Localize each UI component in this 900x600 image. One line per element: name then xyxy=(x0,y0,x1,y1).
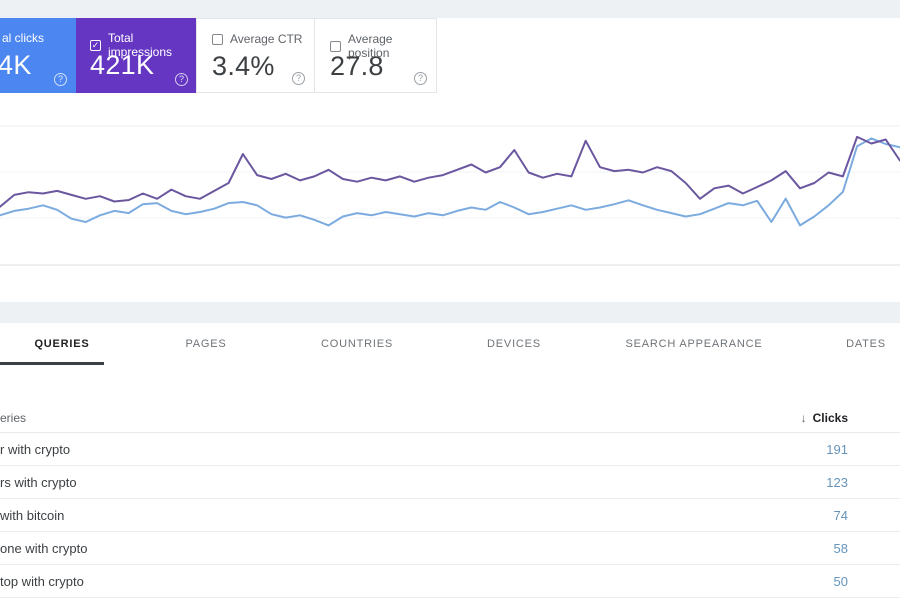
average-ctr-value: 3.4% xyxy=(212,51,275,81)
checked-checkbox-icon[interactable]: ✓ xyxy=(90,39,101,51)
average-ctr-card[interactable]: Average CTR 3.4% ? xyxy=(196,18,315,93)
unchecked-checkbox-icon[interactable] xyxy=(330,40,341,52)
queries-column-header: eries xyxy=(0,410,27,425)
help-icon[interactable]: ? xyxy=(414,72,427,85)
chart-line-clicks xyxy=(0,137,900,227)
total-clicks-card[interactable]: al clicks 4K ? xyxy=(0,18,76,93)
query-text: r with crypto xyxy=(0,441,71,457)
tab-dates[interactable]: DATES xyxy=(846,323,886,365)
top-background-strip xyxy=(0,0,900,18)
total-clicks-value: 4K xyxy=(0,50,32,80)
query-text: with bitcoin xyxy=(0,507,65,523)
clicks-value: 58 xyxy=(833,540,848,556)
active-tab-underline xyxy=(0,362,104,365)
table-row[interactable]: rs with crypto 123 xyxy=(0,466,900,499)
help-icon[interactable]: ? xyxy=(292,72,305,85)
table-row[interactable]: one with crypto 58 xyxy=(0,532,900,565)
unchecked-checkbox-icon[interactable] xyxy=(212,33,223,45)
tab-search-appearance[interactable]: SEARCH APPEARANCE xyxy=(625,323,762,365)
clicks-header-label: Clicks xyxy=(812,410,848,425)
table-row[interactable]: with bitcoin 74 xyxy=(0,499,900,532)
clicks-column-header[interactable]: ↓ Clicks xyxy=(801,411,900,425)
table-row[interactable]: r with crypto 191 xyxy=(0,433,900,466)
average-position-card[interactable]: Average position 27.8 ? xyxy=(314,18,437,93)
total-clicks-label: al clicks xyxy=(2,31,45,45)
search-console-performance-page: al clicks 4K ? ✓ Total impressions 421K … xyxy=(0,0,900,600)
query-text: top with crypto xyxy=(0,573,84,589)
tab-devices[interactable]: DEVICES xyxy=(487,323,541,365)
table-header-row: eries ↓ Clicks xyxy=(0,403,900,433)
average-ctr-label: Average CTR xyxy=(230,32,303,46)
average-position-value: 27.8 xyxy=(330,51,384,81)
clicks-value: 50 xyxy=(833,573,848,589)
tab-pages[interactable]: PAGES xyxy=(185,323,226,365)
tab-countries[interactable]: COUNTRIES xyxy=(321,323,393,365)
table-row[interactable]: top with crypto 50 xyxy=(0,565,900,598)
sort-descending-icon: ↓ xyxy=(800,410,807,425)
query-text: rs with crypto xyxy=(0,474,77,490)
help-icon[interactable]: ? xyxy=(54,73,67,86)
clicks-value: 191 xyxy=(826,441,848,457)
query-text: one with crypto xyxy=(0,540,88,556)
total-impressions-value: 421K xyxy=(90,50,155,80)
performance-line-chart xyxy=(0,125,900,266)
tab-queries[interactable]: QUERIES xyxy=(34,323,89,365)
queries-table: eries ↓ Clicks r with crypto 191 rs with… xyxy=(0,403,900,598)
dimension-tabs: QUERIES PAGES COUNTRIES DEVICES SEARCH A… xyxy=(0,323,900,365)
section-divider-strip xyxy=(0,302,900,323)
clicks-value: 123 xyxy=(826,474,848,490)
help-icon[interactable]: ? xyxy=(175,73,188,86)
total-impressions-card[interactable]: ✓ Total impressions 421K ? xyxy=(76,18,197,93)
clicks-value: 74 xyxy=(833,507,848,523)
